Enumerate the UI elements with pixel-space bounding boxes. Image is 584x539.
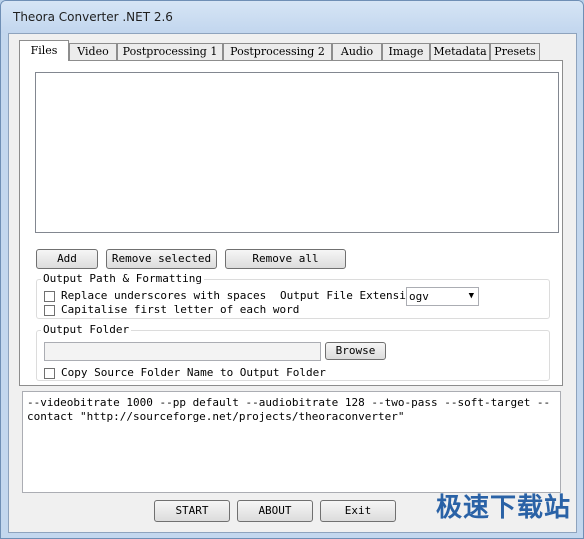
remove-selected-button[interactable]: Remove selected: [106, 249, 217, 269]
window-title: Theora Converter .NET 2.6: [13, 10, 173, 24]
files-tab-panel: Add Remove selected Remove all Output Pa…: [19, 60, 563, 386]
chevron-down-icon: ▼: [468, 291, 474, 301]
main-window: Theora Converter .NET 2.6 Files Video Po…: [0, 0, 584, 539]
copy-source-folder-checkbox[interactable]: [44, 368, 55, 379]
title-bar[interactable]: Theora Converter .NET 2.6: [1, 1, 583, 33]
output-extension-select[interactable]: ogv ▼: [406, 287, 479, 306]
file-list[interactable]: [35, 72, 559, 233]
remove-all-button[interactable]: Remove all: [225, 249, 346, 269]
tab-presets[interactable]: Presets: [490, 43, 540, 60]
client-area: Files Video Postprocessing 1 Postprocess…: [8, 33, 577, 533]
replace-underscores-label: Replace underscores with spaces: [61, 289, 267, 302]
capitalise-checkbox[interactable]: [44, 305, 55, 316]
browse-button[interactable]: Browse: [325, 342, 386, 360]
output-extension-value: ogv: [409, 290, 429, 303]
output-path-group: Output Path & Formatting Replace undersc…: [36, 272, 550, 319]
about-button[interactable]: ABOUT: [237, 500, 313, 522]
add-button[interactable]: Add: [36, 249, 98, 269]
output-extension-label: Output File Extension: [280, 289, 420, 302]
tab-postprocessing-2[interactable]: Postprocessing 2: [223, 43, 332, 60]
tab-video[interactable]: Video: [69, 43, 117, 60]
output-folder-group-label: Output Folder: [41, 323, 132, 336]
output-folder-input[interactable]: [44, 342, 321, 361]
output-path-group-label: Output Path & Formatting: [41, 272, 204, 285]
start-button[interactable]: START: [154, 500, 230, 522]
tab-audio[interactable]: Audio: [332, 43, 382, 60]
tab-image[interactable]: Image: [382, 43, 430, 60]
command-line-textbox[interactable]: --videobitrate 1000 --pp default --audio…: [22, 391, 561, 493]
replace-underscores-checkbox[interactable]: [44, 291, 55, 302]
watermark-logo: 极速下载站: [435, 493, 571, 523]
tab-postprocessing-1[interactable]: Postprocessing 1: [117, 43, 223, 60]
copy-source-folder-label: Copy Source Folder Name to Output Folder: [61, 366, 326, 379]
tab-files[interactable]: Files: [19, 40, 69, 61]
tab-metadata[interactable]: Metadata: [430, 43, 490, 60]
output-folder-group: Output Folder Browse Copy Source Folder …: [36, 323, 550, 381]
exit-button[interactable]: Exit: [320, 500, 396, 522]
capitalise-label: Capitalise first letter of each word: [61, 303, 300, 316]
